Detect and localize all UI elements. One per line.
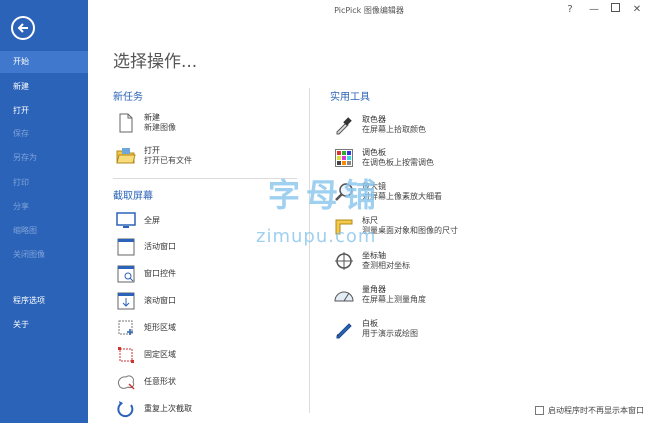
- scroll-window-icon: [116, 291, 136, 311]
- capture-repeat-label: 重复上次截取: [144, 404, 192, 413]
- sidebar-item-open[interactable]: 打开: [0, 100, 88, 122]
- freehand-icon: [116, 372, 136, 392]
- tool-palette[interactable]: 调色板 在调色板上按需调色: [334, 148, 434, 168]
- column-divider: [309, 88, 310, 413]
- eyedropper-icon: [334, 115, 354, 135]
- sidebar-item-new[interactable]: 新建: [0, 76, 88, 98]
- palette-icon: [334, 148, 354, 168]
- tool-protractor[interactable]: 量角器 在屏幕上测量角度: [334, 285, 426, 305]
- help-icon[interactable]: ?: [563, 3, 577, 17]
- capture-fixed-region-label: 固定区域: [144, 350, 176, 359]
- open-folder-icon: [116, 146, 136, 166]
- page-title: 选择操作...: [113, 52, 198, 72]
- sidebar-item-options[interactable]: 程序选项: [0, 290, 88, 312]
- tool-color-picker[interactable]: 取色器 在屏幕上拾取颜色: [334, 115, 426, 135]
- capture-freehand-label: 任意形状: [144, 377, 176, 386]
- capture-scroll-window[interactable]: 滚动窗口: [116, 291, 176, 311]
- rect-region-icon: [116, 318, 136, 338]
- capture-fullscreen[interactable]: 全屏: [116, 211, 160, 231]
- tool-crosshair-sub: 查测相对坐标: [362, 261, 410, 270]
- startup-checkbox[interactable]: [535, 406, 544, 415]
- back-arrow-icon[interactable]: [11, 16, 35, 40]
- sidebar-item-close-image[interactable]: 关闭图像: [0, 244, 88, 266]
- tool-whiteboard-sub: 用于演示或绘图: [362, 329, 418, 338]
- sidebar-item-save[interactable]: 保存: [0, 123, 88, 145]
- sidebar-item-print[interactable]: 打印: [0, 172, 88, 194]
- protractor-icon: [334, 285, 354, 305]
- capture-freehand[interactable]: 任意形状: [116, 372, 176, 392]
- sidebar-item-about[interactable]: 关于: [0, 314, 88, 336]
- task-open-label: 打开: [144, 146, 160, 155]
- tool-whiteboard-label: 白板: [362, 319, 378, 328]
- window-control-icon: [116, 264, 136, 284]
- tool-crosshair-label: 坐标轴: [362, 251, 386, 260]
- task-new[interactable]: 新建 新建图像: [116, 113, 176, 133]
- tool-crosshair[interactable]: 坐标轴 查测相对坐标: [334, 251, 410, 271]
- sidebar-item-thumbnails[interactable]: 缩略图: [0, 220, 88, 242]
- tool-color-picker-sub: 在屏幕上拾取颜色: [362, 125, 426, 134]
- capture-fixed-region[interactable]: 固定区域: [116, 345, 176, 365]
- tool-color-picker-label: 取色器: [362, 115, 386, 124]
- tool-protractor-label: 量角器: [362, 285, 386, 294]
- sidebar-item-start[interactable]: 开始: [0, 51, 88, 73]
- tool-protractor-sub: 在屏幕上测量角度: [362, 295, 426, 304]
- section-title-new-task: 新任务: [113, 92, 143, 103]
- startup-label: 启动程序时不再显示本窗口: [548, 406, 644, 415]
- tool-whiteboard[interactable]: 白板 用于演示或绘图: [334, 319, 418, 339]
- title-bar: PicPick 图像编辑器 ? — ✕: [88, 0, 650, 22]
- capture-rect-region-label: 矩形区域: [144, 323, 176, 332]
- capture-active-window-label: 活动窗口: [144, 242, 176, 251]
- section-title-tools: 实用工具: [330, 92, 370, 103]
- task-open-sub: 打开已有文件: [144, 156, 192, 165]
- watermark-url: zimupu.com: [256, 226, 377, 247]
- tool-palette-sub: 在调色板上按需调色: [362, 158, 434, 167]
- crosshair-icon: [334, 251, 354, 271]
- capture-repeat[interactable]: 重复上次截取: [116, 399, 192, 419]
- capture-scroll-window-label: 滚动窗口: [144, 296, 176, 305]
- whiteboard-icon: [334, 319, 354, 339]
- new-file-icon: [116, 113, 136, 133]
- tool-ruler-label: 标尺: [362, 216, 378, 225]
- task-open[interactable]: 打开 打开已有文件: [116, 146, 192, 166]
- sidebar: 开始 新建 打开 保存 另存为 打印 分享 缩略图 关闭图像 程序选项 关于: [0, 0, 88, 423]
- sidebar-item-share[interactable]: 分享: [0, 196, 88, 218]
- tool-ruler-sub: 测量桌面对象和图像的尺寸: [362, 226, 458, 235]
- capture-active-window[interactable]: 活动窗口: [116, 237, 176, 257]
- maximize-icon[interactable]: [608, 3, 622, 17]
- minimize-icon[interactable]: —: [587, 3, 601, 17]
- repeat-icon: [116, 399, 136, 419]
- watermark-text: 字母铺: [268, 176, 383, 214]
- window-icon: [116, 237, 136, 257]
- close-icon[interactable]: ✕: [630, 3, 644, 17]
- capture-fullscreen-label: 全屏: [144, 216, 160, 225]
- task-new-label: 新建: [144, 113, 160, 122]
- sidebar-item-save-as[interactable]: 另存为: [0, 147, 88, 169]
- capture-window-control[interactable]: 窗口控件: [116, 264, 176, 284]
- task-new-sub: 新建图像: [144, 123, 176, 132]
- capture-window-control-label: 窗口控件: [144, 269, 176, 278]
- monitor-icon: [116, 211, 136, 231]
- capture-rect-region[interactable]: 矩形区域: [116, 318, 176, 338]
- startup-option[interactable]: 启动程序时不再显示本窗口: [535, 405, 644, 416]
- section-title-capture: 截取屏幕: [113, 191, 153, 202]
- tool-palette-label: 调色板: [362, 148, 386, 157]
- fixed-region-icon: [116, 345, 136, 365]
